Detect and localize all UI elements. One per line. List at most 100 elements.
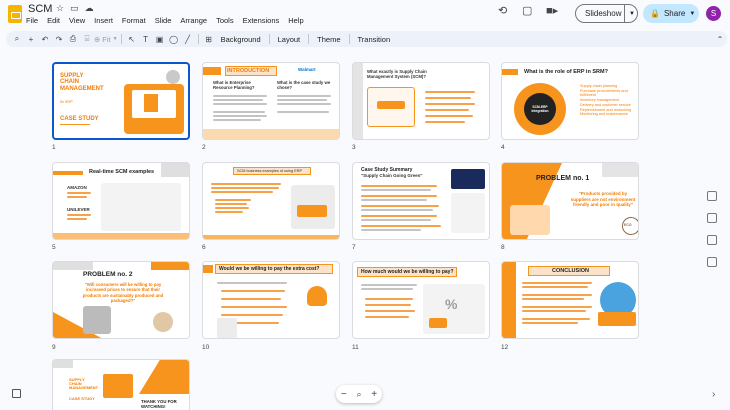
slide-thumbnail-4[interactable]: What is the role of ERP in SRM? SCM-ERP …: [501, 62, 639, 140]
collapse-toolbar-icon[interactable]: ⌃: [713, 35, 727, 44]
menu-view[interactable]: View: [69, 16, 85, 25]
zoom-select[interactable]: ⊕ Fit ▼: [94, 35, 118, 44]
textbox-icon[interactable]: T: [139, 35, 153, 44]
menu-arrange[interactable]: Arrange: [180, 16, 207, 25]
transition-button[interactable]: Transition: [353, 35, 396, 44]
slide-thumbnail-11[interactable]: How much would we be willing to pay? %: [352, 261, 490, 339]
decor: [502, 262, 516, 338]
slide-title: What is the role of ERP in SRM?: [524, 69, 608, 75]
slide-thumbnail-12[interactable]: CONCLUSION: [501, 261, 639, 339]
text-line: [361, 288, 413, 290]
slide-number: 4: [501, 144, 505, 151]
avatar[interactable]: S: [706, 6, 721, 21]
decor: [53, 262, 93, 270]
star-icon[interactable]: ☆: [56, 3, 64, 14]
slide-thumbnail-13[interactable]: SUPPLY CHAIN MANAGEMENT CASE STUDY THANK…: [52, 359, 190, 410]
menu-help[interactable]: Help: [288, 16, 303, 25]
menu-file[interactable]: File: [26, 16, 38, 25]
filmstrip-view-icon[interactable]: [12, 389, 21, 398]
slideshow-label: Slideshow: [585, 9, 622, 18]
slide-thumbnail-2[interactable]: INTRODUCTION Walmart What is Enterprise …: [202, 62, 340, 140]
slide-thumbnail-6[interactable]: SCM business examples of using ERP: [202, 162, 340, 240]
video-call-icon[interactable]: ■▸: [546, 4, 558, 17]
slide-number: 5: [52, 244, 56, 251]
zoom-search-icon[interactable]: ⌕: [356, 389, 361, 400]
shape-icon[interactable]: ◯: [167, 35, 181, 44]
thanks-line: WATCHING!: [141, 403, 166, 409]
text-line: [361, 284, 417, 286]
menu-insert[interactable]: Insert: [94, 16, 113, 25]
redo-icon[interactable]: ↷: [52, 35, 66, 44]
undo-icon[interactable]: ↶: [38, 35, 52, 44]
comments-icon[interactable]: ▢: [522, 4, 532, 17]
slide-thumbnail-3[interactable]: What exactly is Supply Chain Management …: [352, 62, 490, 140]
share-dropdown-icon[interactable]: ▼: [685, 11, 695, 17]
new-slide-icon[interactable]: +: [24, 35, 38, 44]
line-icon[interactable]: ╱: [181, 35, 195, 44]
history-icon[interactable]: ⟲: [498, 4, 507, 17]
example-unilever: UNILEVER: [67, 207, 90, 212]
print-icon[interactable]: ⎙: [66, 34, 80, 44]
slides-logo-icon[interactable]: [8, 5, 22, 23]
zoom-in-icon[interactable]: +: [371, 389, 377, 400]
slide-thumbnail-1[interactable]: SUPPLY CHAIN MANAGEMENT IN SRP CASE STUD…: [52, 62, 190, 140]
text-line: [361, 229, 421, 231]
zoom-control: − ⌕ +: [336, 385, 382, 403]
select-icon[interactable]: ↖: [125, 35, 139, 44]
slide-thumbnail-5[interactable]: Real-time SCM examples AMAZON UNILEVER: [52, 162, 190, 240]
slide-thumbnail-10[interactable]: Would we be willing to pay the extra cos…: [202, 261, 340, 339]
text-line: [277, 99, 327, 101]
contacts-icon[interactable]: [707, 257, 717, 267]
calendar-icon[interactable]: [707, 191, 717, 201]
slide-number: 6: [202, 244, 206, 251]
share-button[interactable]: 🔒 Share ▼: [643, 4, 699, 23]
text-line: [522, 310, 586, 312]
text-line: [365, 304, 411, 306]
slideshow-button[interactable]: Slideshow ▼: [575, 4, 638, 23]
menu-format[interactable]: Format: [122, 16, 146, 25]
background-button[interactable]: Background: [216, 35, 266, 44]
layout-button[interactable]: Layout: [273, 35, 306, 44]
keep-icon[interactable]: [707, 213, 717, 223]
image-icon[interactable]: ▣: [153, 35, 167, 44]
tasks-icon[interactable]: [707, 235, 717, 245]
paint-format-icon[interactable]: ⌸: [80, 34, 94, 44]
text-line: [221, 298, 281, 300]
question-1: What is Enterprise Resource Planning?: [213, 80, 255, 91]
menu-slide[interactable]: Slide: [155, 16, 172, 25]
top-bar: SCM ☆ ▭ ☁ File Edit View Insert Format S…: [0, 0, 730, 30]
cloud-status-icon[interactable]: ☁: [85, 3, 94, 14]
money-bag-illustration: [307, 286, 327, 306]
text-line: [425, 103, 475, 105]
show-side-panel-icon[interactable]: ›: [712, 389, 715, 400]
search-menus-icon[interactable]: ⌕: [10, 34, 24, 44]
text-line: [213, 119, 261, 121]
truck-illustration: [598, 312, 636, 326]
slide-thumbnail-8[interactable]: PROBLEM no. 1 "Products provided by supp…: [501, 162, 639, 240]
document-title[interactable]: SCM: [28, 3, 52, 15]
problem-quote: "Products provided by suppliers are not …: [570, 191, 636, 208]
decor: [53, 171, 83, 175]
menu-edit[interactable]: Edit: [47, 16, 60, 25]
truck-body: [297, 205, 327, 217]
text-line: [221, 306, 287, 308]
slide-title: Real-time SCM examples: [89, 169, 155, 175]
slide-title: INTRODUCTION: [227, 68, 270, 74]
theme-button[interactable]: Theme: [312, 35, 345, 44]
text-line: [221, 290, 285, 292]
comment-add-icon[interactable]: ⊞: [202, 35, 216, 44]
text-line: [365, 316, 409, 318]
slideshow-dropdown-icon[interactable]: ▼: [625, 11, 635, 17]
menu-extensions[interactable]: Extensions: [243, 16, 280, 25]
slide-title: Would we be willing to pay the extra cos…: [219, 266, 320, 272]
slide-number: 7: [352, 244, 356, 251]
slide-thumbnail-9[interactable]: PROBLEM no. 2 "Will consumers will be wi…: [52, 261, 190, 339]
move-folder-icon[interactable]: ▭: [70, 3, 79, 14]
slide-number: 10: [202, 344, 210, 351]
decor: [203, 67, 221, 75]
menu-tools[interactable]: Tools: [216, 16, 234, 25]
slide-thumbnail-7[interactable]: Case Study Summary "Supply Chain Going G…: [352, 162, 490, 240]
text-line: [211, 183, 281, 185]
decor: [429, 318, 447, 328]
zoom-out-icon[interactable]: −: [341, 389, 347, 400]
